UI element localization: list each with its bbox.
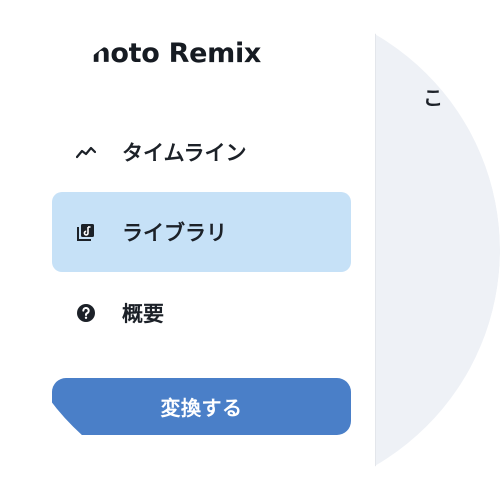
sidebar-item-timeline[interactable]: タイムライン	[52, 112, 351, 192]
convert-button[interactable]: 変換する	[52, 378, 351, 435]
sidebar-item-library[interactable]: ライブラリ	[52, 192, 351, 272]
trend-line-icon	[76, 142, 96, 162]
brand-title: Photo Remix	[80, 38, 262, 69]
library-icon	[76, 222, 96, 242]
app-window: こ Photo Remix タイムライン ライブラリ 概要 変換する	[0, 0, 500, 500]
main-heading-fragment: こ	[423, 86, 443, 110]
brand-clip: Photo Remix	[80, 30, 340, 78]
sidebar-item-overview[interactable]: 概要	[52, 273, 351, 353]
help-circle-icon	[76, 303, 96, 323]
sidebar-item-label: 概要	[122, 302, 164, 326]
sidebar: Photo Remix タイムライン ライブラリ 概要 変換する	[0, 0, 376, 500]
sidebar-item-label: タイムライン	[122, 141, 247, 165]
sidebar-item-label: ライブラリ	[122, 221, 227, 245]
